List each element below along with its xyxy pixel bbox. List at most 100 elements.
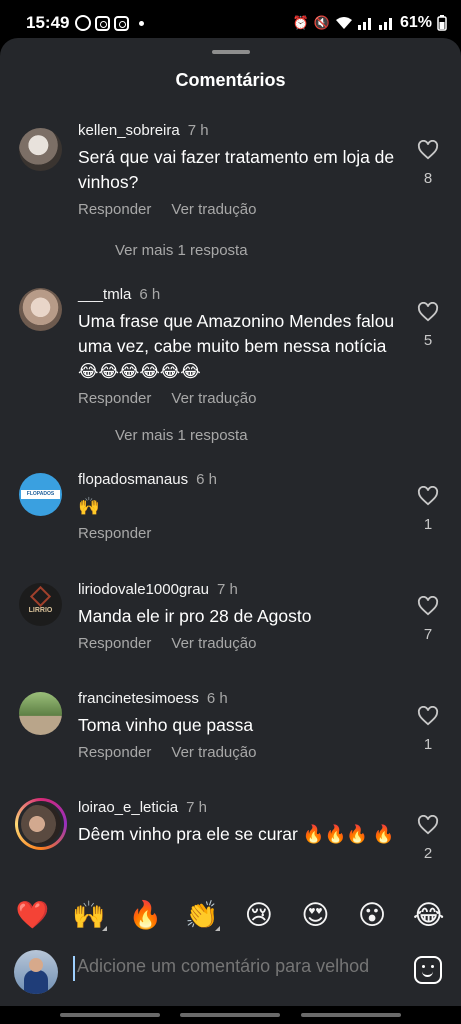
comment-header: liriodovale1000grau 7 h — [78, 581, 398, 598]
skin-tone-indicator — [215, 926, 221, 931]
comment-text: Será que vai fazer tratamento em loja de… — [78, 147, 395, 192]
sheet-title: Comentários — [175, 70, 286, 90]
comment-username[interactable]: francinetesimoess — [78, 690, 199, 707]
reply-button[interactable]: Responder — [78, 744, 151, 761]
reply-button[interactable]: Responder — [78, 635, 151, 652]
like-button[interactable]: 1 — [415, 486, 441, 533]
surprised-emoji-button[interactable]: 😮 — [350, 900, 394, 931]
comment-username[interactable]: ___tmla — [78, 286, 131, 303]
heart-outline-icon — [417, 706, 439, 726]
comment-actions: Responder Ver tradução — [78, 744, 398, 761]
translate-button[interactable]: Ver tradução — [171, 390, 256, 407]
like-button[interactable]: 7 — [415, 596, 441, 643]
like-button[interactable]: 8 — [415, 140, 441, 187]
comment-body: liriodovale1000grau 7 h Manda ele ir pro … — [78, 581, 398, 652]
more-notifications-dot — [139, 20, 145, 26]
like-button[interactable]: 1 — [415, 706, 441, 753]
battery-level: 61% — [399, 14, 432, 31]
translate-button[interactable]: Ver tradução — [171, 201, 256, 218]
comment-header: loirao_e_leticia 7 h — [78, 799, 398, 816]
comment-time: 6 h — [139, 286, 161, 303]
comment-composer — [0, 945, 461, 1000]
instagram-icon — [95, 15, 111, 31]
crying-emoji-button[interactable]: 😢 — [237, 900, 281, 931]
like-count: 2 — [423, 845, 433, 862]
avatar[interactable]: FLOPADOS MANAUS — [19, 473, 62, 516]
battery-icon — [437, 15, 447, 31]
comment-time: 7 h — [216, 581, 238, 598]
avatar[interactable] — [19, 128, 62, 171]
translate-button[interactable]: Ver tradução — [171, 744, 256, 761]
translate-button[interactable]: Ver tradução — [171, 635, 256, 652]
whatsapp-icon — [75, 15, 92, 31]
like-button[interactable]: 5 — [415, 302, 441, 349]
comment-text: 🙌 — [78, 496, 100, 516]
heart-outline-icon — [417, 815, 439, 835]
nav-back[interactable] — [300, 1013, 401, 1017]
mute-icon: 🔇 — [313, 15, 330, 30]
avatar-logo-text: LIRRIO — [28, 607, 53, 614]
laughing-emoji-button[interactable]: 😂 — [407, 900, 451, 931]
status-time: 15:49 — [26, 13, 70, 32]
avatar — [18, 801, 64, 847]
avatar-figure — [24, 970, 48, 994]
comment-username[interactable]: flopadosmanaus — [78, 471, 188, 488]
like-count: 1 — [423, 516, 433, 533]
skin-tone-indicator — [101, 926, 107, 931]
heart-eyes-emoji-button[interactable]: 😍 — [293, 900, 337, 931]
avatar-logo-mark — [29, 585, 52, 608]
alarm-icon: ⏰ — [292, 15, 309, 30]
comment-body: loirao_e_leticia 7 h Dêem vinho pra ele s… — [78, 799, 398, 847]
comment-actions: Responder — [78, 525, 398, 542]
comment-text: Toma vinho que passa — [78, 715, 254, 735]
comment-header: flopadosmanaus 6 h — [78, 471, 398, 488]
comment-header: francinetesimoess 6 h — [78, 690, 398, 707]
comment-time: 6 h — [196, 471, 217, 488]
comment-text: Uma frase que Amazonino Mendes falou uma… — [78, 311, 395, 381]
comment-username[interactable]: kellen_sobreira — [78, 122, 180, 139]
system-nav-bar — [0, 1006, 461, 1024]
like-count: 5 — [423, 332, 433, 349]
like-count: 7 — [423, 626, 433, 643]
avatar[interactable] — [19, 288, 62, 331]
reply-button[interactable]: Responder — [78, 201, 151, 218]
raising-hands-emoji: 🙌 — [72, 900, 106, 930]
drag-handle[interactable] — [212, 50, 250, 54]
comment-body: flopadosmanaus 6 h 🙌 Responder — [78, 471, 398, 542]
fire-emoji-button[interactable]: 🔥 — [124, 899, 168, 931]
clapping-emoji-button[interactable]: 👏 — [180, 899, 224, 931]
comment-actions: Responder Ver tradução — [78, 390, 398, 407]
comment-input[interactable] — [77, 956, 407, 977]
nav-recents[interactable] — [60, 1013, 161, 1017]
comment-time: 7 h — [186, 799, 207, 816]
comment-header: kellen_sobreira 7 h — [78, 122, 398, 139]
text-caret — [73, 956, 75, 981]
sticker-icon[interactable] — [414, 956, 442, 984]
quick-reactions-bar: ❤️ 🙌 🔥 👏 😢 😍 😮 😂 — [0, 885, 461, 945]
comment-header: ___tmla 6 h — [78, 286, 398, 303]
reply-button[interactable]: Responder — [78, 525, 151, 542]
comment-username[interactable]: loirao_e_leticia — [78, 799, 178, 816]
comment-actions: Responder Ver tradução — [78, 635, 398, 652]
instagram-icon-2 — [114, 15, 130, 31]
view-more-replies[interactable]: Ver mais 1 resposta — [115, 427, 248, 444]
current-user-avatar — [14, 950, 58, 994]
comment-time: 7 h — [187, 122, 209, 139]
nav-home[interactable] — [180, 1013, 281, 1017]
comment-time: 6 h — [206, 690, 228, 707]
view-more-replies[interactable]: Ver mais 1 resposta — [115, 242, 248, 259]
reply-button[interactable]: Responder — [78, 390, 151, 407]
avatar[interactable]: LIRRIO — [19, 583, 62, 626]
heart-emoji-button[interactable]: ❤️ — [10, 899, 54, 931]
comment-actions: Responder Ver tradução — [78, 201, 398, 218]
avatar-with-story-ring[interactable] — [15, 798, 67, 850]
raising-hands-emoji-button[interactable]: 🙌 — [67, 899, 111, 931]
notification-icons — [75, 15, 145, 31]
avatar[interactable] — [19, 692, 62, 735]
like-button[interactable]: 2 — [415, 815, 441, 862]
heart-outline-icon — [417, 596, 439, 616]
comment-username[interactable]: liriodovale1000grau — [78, 581, 209, 598]
comment-body: ___tmla 6 h Uma frase que Amazonino Mende… — [78, 286, 398, 407]
comment-text: Manda ele ir pro 28 de Agosto — [78, 606, 312, 626]
clapping-emoji: 👏 — [185, 900, 219, 930]
